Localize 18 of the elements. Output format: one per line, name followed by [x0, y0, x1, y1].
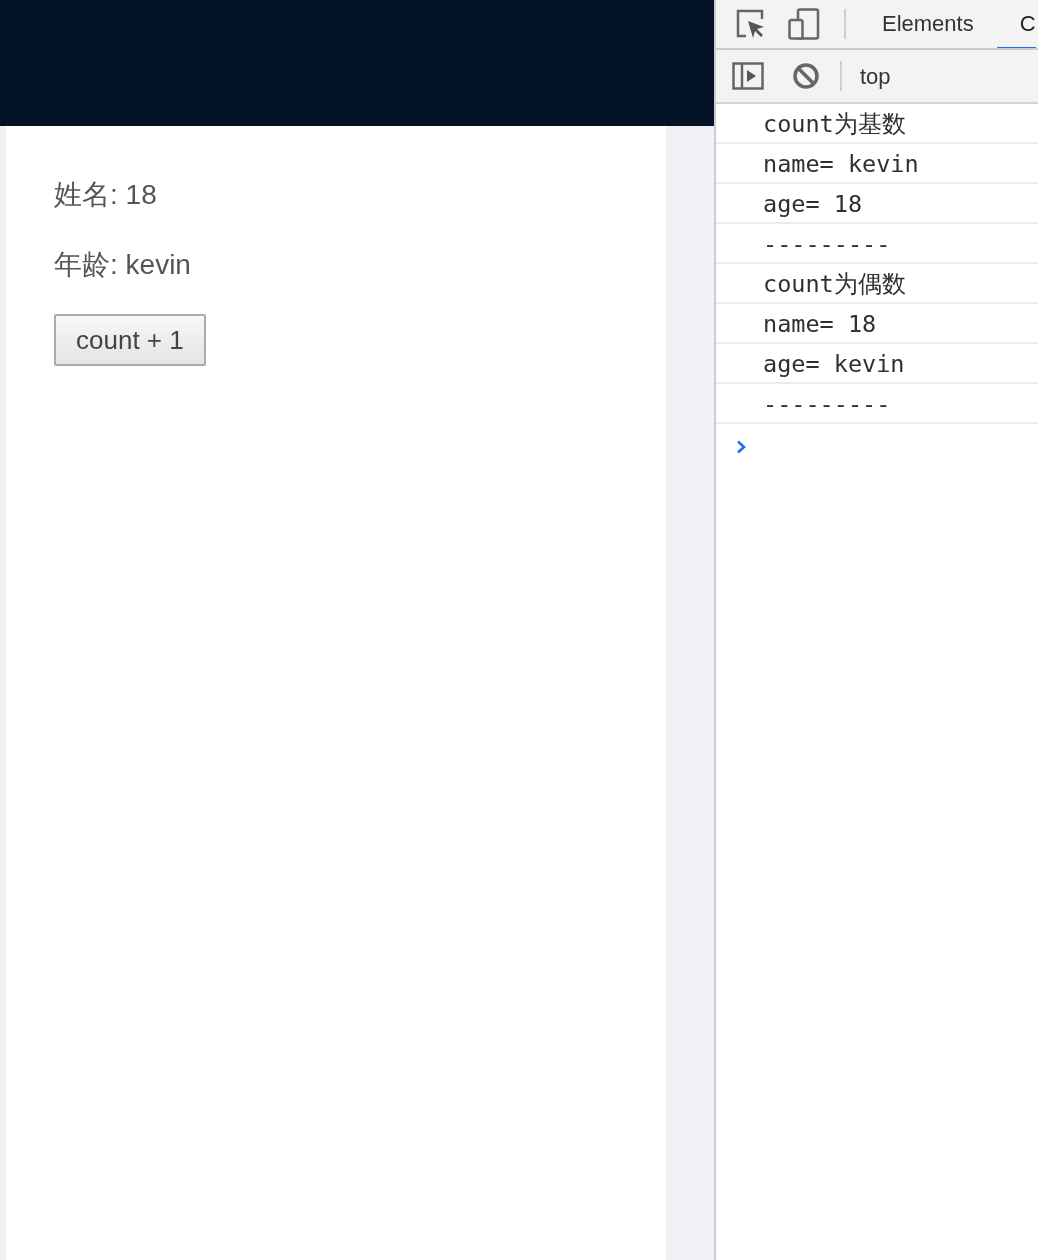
console-message: count为基数 — [716, 104, 1038, 144]
console-message: --------- — [716, 224, 1038, 264]
context-selector[interactable]: top — [860, 59, 891, 93]
sidebar-toggle-icon[interactable] — [732, 62, 764, 90]
console-message: age= kevin — [716, 344, 1038, 384]
count-button[interactable]: count + 1 — [54, 314, 206, 366]
device-icon[interactable] — [788, 8, 820, 40]
console-message: age= 18 — [716, 184, 1038, 224]
devtools-tab[interactable]: Elements — [859, 0, 997, 48]
info-text: 姓名: 18 — [54, 178, 157, 212]
info-text: 年龄: kevin — [54, 248, 191, 282]
inspect-icon[interactable] — [736, 9, 766, 39]
console-message: name= 18 — [716, 304, 1038, 344]
clear-icon[interactable] — [792, 62, 820, 90]
console-message: name= kevin — [716, 144, 1038, 184]
console-message: --------- — [716, 384, 1038, 424]
console-message: count为偶数 — [716, 264, 1038, 304]
prompt-chevron-icon — [736, 439, 746, 454]
